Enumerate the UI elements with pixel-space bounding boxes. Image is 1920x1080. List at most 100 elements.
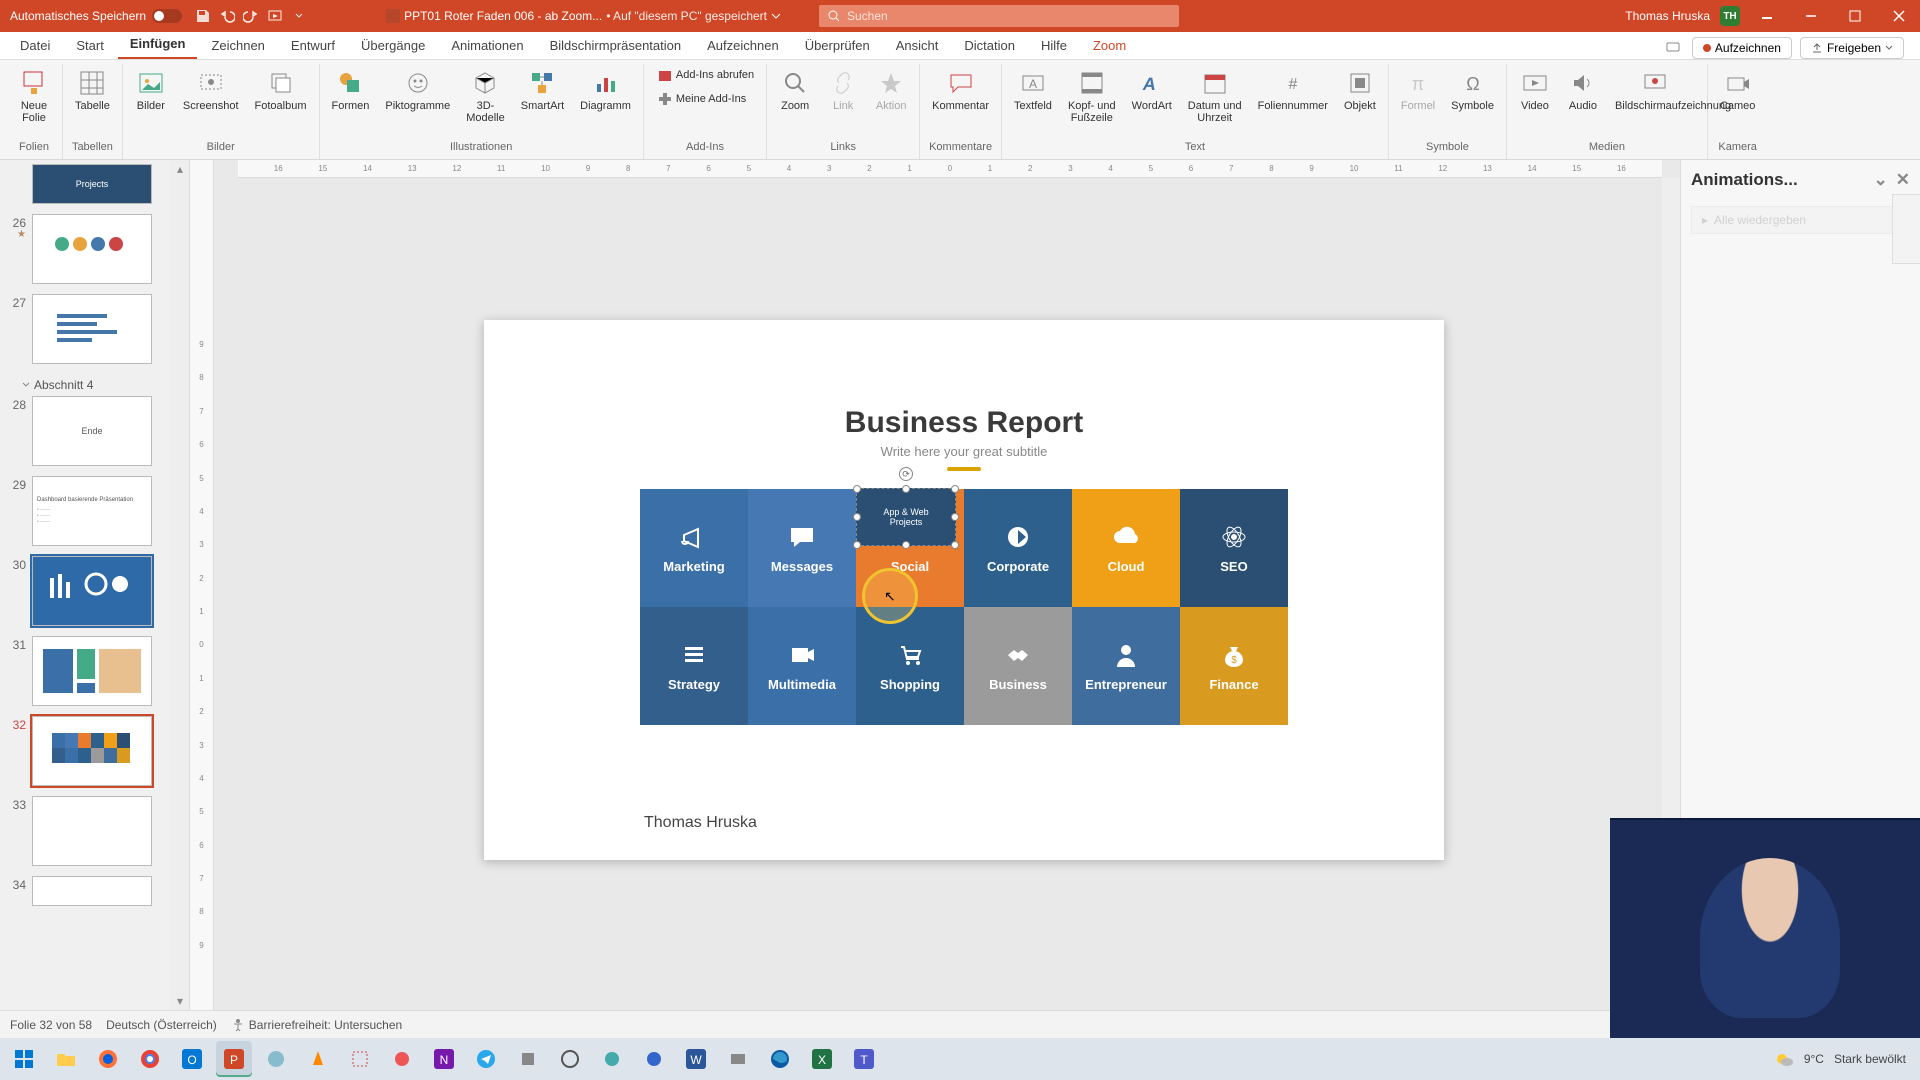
app-icon-5[interactable]: [594, 1041, 630, 1077]
telegram-icon[interactable]: [468, 1041, 504, 1077]
resize-handle-w[interactable]: [853, 513, 861, 521]
object-button[interactable]: Objekt: [1338, 64, 1382, 116]
screenshot-button[interactable]: Screenshot: [177, 64, 245, 116]
tab-zeichnen[interactable]: Zeichnen: [199, 32, 276, 59]
slide-thumb-30[interactable]: 30: [6, 556, 169, 626]
symbol-button[interactable]: ΩSymbole: [1445, 64, 1500, 116]
collapsed-side-panel-tab[interactable]: [1892, 194, 1920, 264]
autosave-toggle[interactable]: Automatisches Speichern: [4, 9, 188, 23]
resize-handle-ne[interactable]: [951, 485, 959, 493]
powerpoint-icon[interactable]: P: [216, 1041, 252, 1077]
tile-seo[interactable]: SEO: [1180, 489, 1288, 607]
screen-recording-button[interactable]: Bildschirmaufzeichnung: [1609, 64, 1701, 116]
outlook-icon[interactable]: O: [174, 1041, 210, 1077]
tab-ansicht[interactable]: Ansicht: [884, 32, 951, 59]
tab-datei[interactable]: Datei: [8, 32, 62, 59]
tile-corporate[interactable]: Corporate: [964, 489, 1072, 607]
system-tray[interactable]: 9°C Stark bewölkt: [1774, 1049, 1914, 1069]
app-icon-6[interactable]: [636, 1041, 672, 1077]
tab-dictation[interactable]: Dictation: [952, 32, 1027, 59]
resize-handle-sw[interactable]: [853, 541, 861, 549]
tab-hilfe[interactable]: Hilfe: [1029, 32, 1079, 59]
slide-thumb-33[interactable]: 33: [6, 796, 169, 866]
app-icon-2[interactable]: [384, 1041, 420, 1077]
undo-icon[interactable]: [218, 7, 236, 25]
thumbnails-scrollbar[interactable]: ▴ ▾: [171, 160, 189, 1010]
slide-title[interactable]: Business Report: [484, 406, 1444, 440]
document-title[interactable]: PPT01 Roter Faden 006 - ab Zoom... • Auf…: [386, 9, 781, 23]
section-header-4[interactable]: Abschnitt 4: [6, 374, 169, 396]
slide-author[interactable]: Thomas Hruska: [644, 814, 757, 832]
resize-handle-se[interactable]: [951, 541, 959, 549]
smartart-button[interactable]: SmartArt: [515, 64, 570, 116]
tab-ueberpruefen[interactable]: Überprüfen: [793, 32, 882, 59]
tab-zoom[interactable]: Zoom: [1081, 32, 1138, 59]
my-addins-button[interactable]: Meine Add-Ins: [650, 88, 760, 110]
video-button[interactable]: Video: [1513, 64, 1557, 116]
record-button[interactable]: Aufzeichnen: [1692, 37, 1792, 59]
slide-canvas[interactable]: Business Report Write here your great su…: [484, 320, 1444, 860]
edge-icon[interactable]: [762, 1041, 798, 1077]
maximize-icon[interactable]: [1838, 0, 1872, 32]
onenote-icon[interactable]: N: [426, 1041, 462, 1077]
wordart-button[interactable]: AWordArt: [1126, 64, 1178, 116]
share-button[interactable]: Freigeben: [1800, 37, 1904, 59]
icons-button[interactable]: Piktogramme: [379, 64, 456, 116]
tile-messages[interactable]: Messages: [748, 489, 856, 607]
language-indicator[interactable]: Deutsch (Österreich): [106, 1018, 217, 1032]
tile-strategy[interactable]: Strategy: [640, 607, 748, 725]
file-explorer-icon[interactable]: [48, 1041, 84, 1077]
resize-handle-s[interactable]: [902, 541, 910, 549]
slide-subtitle[interactable]: Write here your great subtitle: [484, 444, 1444, 459]
close-icon[interactable]: [1882, 0, 1916, 32]
tile-business[interactable]: Business: [964, 607, 1072, 725]
textbox-button[interactable]: ATextfeld: [1008, 64, 1058, 116]
photoalbum-button[interactable]: Fotoalbum: [249, 64, 313, 116]
user-avatar[interactable]: TH: [1720, 6, 1740, 26]
selected-zoom-object[interactable]: App & Web Projects ⟳: [856, 488, 956, 546]
comment-button[interactable]: Kommentar: [926, 64, 995, 116]
word-icon[interactable]: W: [678, 1041, 714, 1077]
teams-icon[interactable]: T: [846, 1041, 882, 1077]
app-icon-4[interactable]: [552, 1041, 588, 1077]
app-icon-1[interactable]: [258, 1041, 294, 1077]
firefox-icon[interactable]: [90, 1041, 126, 1077]
chrome-icon[interactable]: [132, 1041, 168, 1077]
slide-thumb-34[interactable]: 34: [6, 876, 169, 906]
zoom-button[interactable]: Zoom: [773, 64, 817, 116]
scroll-up-icon[interactable]: ▴: [171, 160, 189, 178]
search-box[interactable]: [819, 5, 1179, 27]
start-button[interactable]: [6, 1041, 42, 1077]
comments-pane-icon[interactable]: [1662, 37, 1684, 59]
cameo-button[interactable]: Cameo: [1714, 64, 1761, 116]
3dmodels-button[interactable]: 3D- Modelle: [460, 64, 511, 128]
slide-thumb-26[interactable]: 26★: [6, 214, 169, 284]
slide-stage[interactable]: 1615141312111098765432101234567891011121…: [214, 160, 1680, 1010]
slide-counter[interactable]: Folie 32 von 58: [10, 1018, 92, 1032]
tile-multimedia[interactable]: Multimedia: [748, 607, 856, 725]
tile-cloud[interactable]: Cloud: [1072, 489, 1180, 607]
close-pane-icon[interactable]: ✕: [1896, 170, 1910, 190]
shapes-button[interactable]: Formen: [326, 64, 376, 116]
tab-start[interactable]: Start: [64, 32, 115, 59]
header-footer-button[interactable]: Kopf- und Fußzeile: [1062, 64, 1122, 128]
chevron-down-icon[interactable]: [771, 11, 781, 21]
scroll-down-icon[interactable]: ▾: [171, 992, 189, 1010]
resize-handle-e[interactable]: [951, 513, 959, 521]
save-icon[interactable]: [194, 7, 212, 25]
rotation-handle-icon[interactable]: ⟳: [899, 467, 913, 481]
accessibility-checker[interactable]: Barrierefreiheit: Untersuchen: [231, 1018, 402, 1032]
app-icon-7[interactable]: [720, 1041, 756, 1077]
more-qat-icon[interactable]: [290, 7, 308, 25]
slide-thumb-partial[interactable]: Projects: [6, 164, 169, 204]
tab-uebergaenge[interactable]: Übergänge: [349, 32, 437, 59]
pictures-button[interactable]: Bilder: [129, 64, 173, 116]
tile-entrepreneur[interactable]: Entrepreneur: [1072, 607, 1180, 725]
resize-handle-n[interactable]: [902, 485, 910, 493]
slidenumber-button[interactable]: #Foliennummer: [1252, 64, 1334, 116]
resize-handle-nw[interactable]: [853, 485, 861, 493]
audio-button[interactable]: Audio: [1561, 64, 1605, 116]
get-addins-button[interactable]: Add-Ins abrufen: [650, 64, 760, 86]
search-input[interactable]: [847, 9, 1171, 23]
tab-einfuegen[interactable]: Einfügen: [118, 30, 198, 59]
